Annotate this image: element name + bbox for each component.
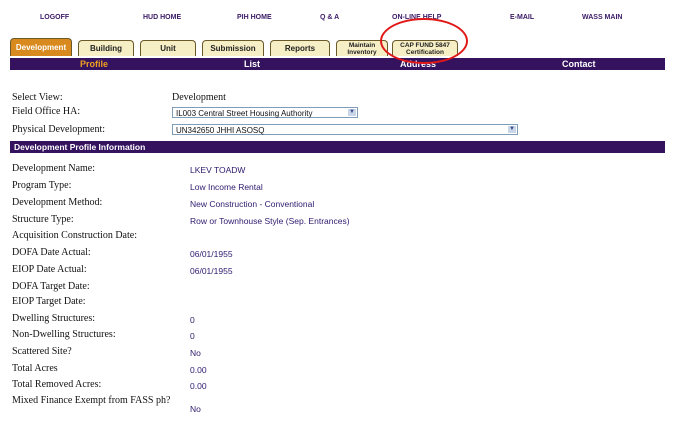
profile-label: Development Name: xyxy=(12,163,96,174)
profile-label: Total Removed Acres: xyxy=(12,379,102,390)
profile-value: New Construction - Conventional xyxy=(190,199,315,209)
qa-link[interactable]: Q & A xyxy=(320,14,339,21)
main-tabs: Development Building Unit Submission Rep… xyxy=(10,38,670,60)
profile-value: Row or Townhouse Style (Sep. Entrances) xyxy=(190,216,350,226)
profile-label: Total Acres xyxy=(12,363,58,374)
chevron-down-icon: ▼ xyxy=(348,109,356,116)
profile-label: Scattered Site? xyxy=(12,346,72,357)
profile-value: LKEV TOADW xyxy=(190,165,246,175)
profile-label: Program Type: xyxy=(12,180,72,191)
profile-value: 0 xyxy=(190,331,195,341)
section-header: Development Profile Information xyxy=(10,141,665,153)
profile-value: No xyxy=(190,348,201,358)
tab-building[interactable]: Building xyxy=(78,40,134,56)
profile-value: 0 xyxy=(190,315,195,325)
email-link[interactable]: E-MAIL xyxy=(510,14,534,21)
profile-label: EIOP Date Actual: xyxy=(12,264,87,275)
profile-label: Acquisition Construction Date: xyxy=(12,230,137,241)
profile-value: 0.00 xyxy=(190,381,207,391)
tab-unit[interactable]: Unit xyxy=(140,40,196,56)
sub-tabs: Profile List Address Contact xyxy=(10,58,665,71)
tab-submission[interactable]: Submission xyxy=(202,40,264,56)
select-view-label: Select View: xyxy=(12,92,63,103)
hud-home-link[interactable]: HUD HOME xyxy=(143,14,181,21)
profile-label: DOFA Date Actual: xyxy=(12,247,91,258)
wass-main-link[interactable]: WASS MAIN xyxy=(582,14,622,21)
field-office-select[interactable]: IL003 Central Street Housing Authority ▼ xyxy=(172,107,358,118)
pih-home-link[interactable]: PIH HOME xyxy=(237,14,272,21)
subtab-contact[interactable]: Contact xyxy=(562,58,596,70)
profile-label: Development Method: xyxy=(12,197,103,208)
tab-development[interactable]: Development xyxy=(10,38,72,56)
profile-label: Mixed Finance Exempt from FASS ph? xyxy=(12,395,171,406)
profile-label: DOFA Target Date: xyxy=(12,281,90,292)
physical-development-label: Physical Development: xyxy=(12,124,106,135)
select-view-value: Development xyxy=(172,92,226,103)
profile-value: 0.00 xyxy=(190,365,207,375)
profile-value: 06/01/1955 xyxy=(190,266,233,276)
highlight-circle xyxy=(380,18,468,64)
profile-value: 06/01/1955 xyxy=(190,249,233,259)
profile-label: Structure Type: xyxy=(12,214,74,225)
field-office-label: Field Office HA: xyxy=(12,106,81,117)
top-navigation: LOGOFF HUD HOME PIH HOME Q & A ON-LINE H… xyxy=(0,14,675,28)
profile-value: Low Income Rental xyxy=(190,182,263,192)
physical-development-select[interactable]: UN342650 JHHI ASOSQ ▼ xyxy=(172,124,518,135)
chevron-down-icon: ▼ xyxy=(508,126,516,133)
field-office-selected: IL003 Central Street Housing Authority xyxy=(176,109,313,118)
subtab-profile[interactable]: Profile xyxy=(80,58,108,70)
profile-value: No xyxy=(190,404,201,414)
profile-label: Non-Dwelling Structures: xyxy=(12,329,116,340)
logoff-link[interactable]: LOGOFF xyxy=(40,14,69,21)
profile-label: Dwelling Structures: xyxy=(12,313,96,324)
tab-reports[interactable]: Reports xyxy=(270,40,330,56)
physical-development-selected: UN342650 JHHI ASOSQ xyxy=(176,126,265,135)
profile-label: EIOP Target Date: xyxy=(12,296,86,307)
subtab-list[interactable]: List xyxy=(244,58,260,70)
